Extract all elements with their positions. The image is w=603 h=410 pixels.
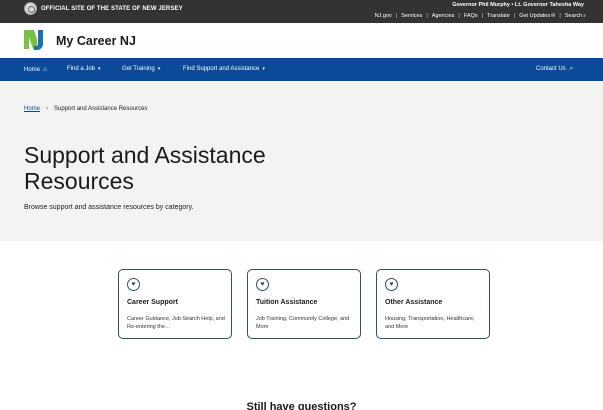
site-name[interactable]: My Career NJ	[56, 34, 136, 48]
utility-links: NJ.gov | Services | Agencies | FAQs | Tr…	[375, 13, 586, 19]
card-title: Career Support	[127, 299, 178, 306]
divider: |	[395, 13, 398, 19]
search-icon: ⌕	[583, 13, 586, 19]
main-nav: Home ⌂ Find a Job ▾ Get Training ▾ Find …	[0, 58, 603, 81]
nav-home[interactable]: Home ⌂	[24, 66, 47, 73]
search-label: Search	[564, 13, 583, 19]
chevron-down-icon: ▾	[98, 66, 101, 72]
nav-home-label: Home	[24, 66, 41, 73]
nav-contact-us-label: Contact Us	[536, 66, 566, 72]
state-identity: OFFICIAL SITE OF THE STATE OF NEW JERSEY	[24, 2, 183, 15]
card-title: Other Assistance	[385, 299, 443, 306]
heart-icon: ♥	[127, 278, 140, 291]
brand-header: My Career NJ	[0, 23, 603, 58]
nav-find-a-job[interactable]: Find a Job ▾	[67, 66, 101, 72]
card-title: Tuition Assistance	[256, 299, 318, 306]
official-site-text: OFFICIAL SITE OF THE STATE OF NEW JERSEY	[41, 5, 183, 12]
page-subtitle: Browse support and assistance resources …	[24, 204, 194, 211]
nav-find-a-job-label: Find a Job	[67, 66, 96, 72]
link-get-updates[interactable]: Get Updates✉	[519, 13, 555, 19]
my-career-nj-logo-icon[interactable]	[23, 29, 45, 51]
divider: |	[513, 13, 516, 19]
nav-find-support-label: Find Support and Assistance	[183, 66, 260, 72]
heart-icon: ♥	[385, 278, 398, 291]
nav-find-support[interactable]: Find Support and Assistance ▾	[183, 66, 265, 72]
breadcrumb-home-link[interactable]: Home	[24, 106, 40, 112]
nav-get-training[interactable]: Get Training ▾	[122, 66, 160, 72]
card-tuition-assistance[interactable]: ♥ Tuition Assistance Job Training, Commu…	[247, 269, 361, 339]
card-description: Career Guidance, Job Search Help, and Re…	[127, 316, 225, 330]
card-other-assistance[interactable]: ♥ Other Assistance Housing, Transportati…	[376, 269, 490, 339]
envelope-icon: ✉	[551, 13, 556, 19]
divider: |	[559, 13, 561, 19]
card-description: Job Training, Community College, and Mor…	[256, 316, 350, 330]
state-bar: OFFICIAL SITE OF THE STATE OF NEW JERSEY…	[0, 0, 603, 23]
governor-line: Governor Phil Murphy • Lt. Governor Tahe…	[452, 2, 584, 8]
link-search[interactable]: Search⌕	[565, 13, 586, 19]
link-services[interactable]: Services	[401, 13, 422, 19]
breadcrumb-separator: ›	[46, 106, 49, 112]
nav-contact-us[interactable]: Contact Us ↗	[536, 66, 573, 72]
breadcrumb-current: Support and Assistance Resources	[54, 106, 148, 112]
link-faqs[interactable]: FAQs	[464, 13, 478, 19]
nav-get-training-label: Get Training	[122, 66, 155, 72]
chevron-down-icon: ▾	[262, 66, 265, 72]
hero-section: Home › Support and Assistance Resources …	[0, 81, 603, 241]
breadcrumb: Home › Support and Assistance Resources	[24, 106, 147, 112]
heart-icon: ♥	[256, 278, 269, 291]
card-career-support[interactable]: ♥ Career Support Career Guidance, Job Se…	[118, 269, 232, 339]
home-icon: ⌂	[43, 66, 47, 73]
divider: |	[426, 13, 428, 19]
still-have-questions-heading: Still have questions?	[246, 401, 357, 410]
external-link-icon: ↗	[568, 66, 573, 72]
chevron-down-icon: ▾	[157, 66, 161, 72]
link-nj-gov[interactable]: NJ.gov	[375, 13, 392, 19]
get-updates-label: Get Updates	[519, 13, 551, 19]
nj-seal-icon	[24, 2, 37, 15]
divider: |	[458, 13, 460, 19]
divider: |	[481, 13, 484, 19]
link-translate[interactable]: Translate	[487, 13, 510, 19]
link-agencies[interactable]: Agencies	[432, 13, 455, 19]
card-description: Housing, Transportation, Healthcare, and…	[385, 316, 475, 330]
page-title: Support and Assistance Resources	[24, 142, 266, 194]
